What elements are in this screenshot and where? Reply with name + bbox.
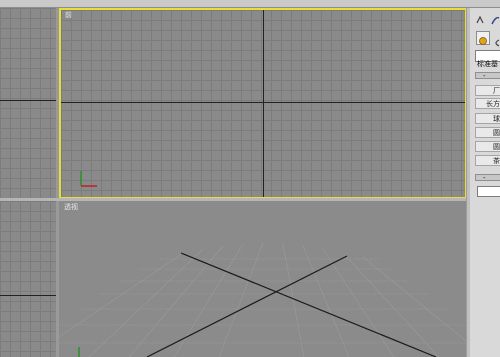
viewport-axis-line bbox=[0, 100, 56, 101]
sphere-button[interactable]: 球 bbox=[475, 113, 500, 124]
shapes-category-icon[interactable] bbox=[492, 33, 500, 47]
panel-scrollbar[interactable] bbox=[467, 8, 470, 357]
left-bottom-viewport[interactable] bbox=[0, 201, 56, 357]
viewport-axis-line-horizontal bbox=[61, 102, 465, 103]
name-color-rollout-header[interactable]: - bbox=[475, 174, 500, 182]
left-top-viewport[interactable] bbox=[0, 8, 56, 198]
object-type-dropdown[interactable]: 标准基 bbox=[475, 50, 500, 68]
viewport-axis-line bbox=[0, 295, 56, 296]
object-button-1[interactable]: 厂 bbox=[475, 85, 500, 96]
top-toolbar-strip bbox=[0, 0, 500, 8]
box-button[interactable]: 长方 bbox=[475, 98, 500, 109]
cylinder-button[interactable]: 圆 bbox=[475, 127, 500, 138]
rollout-collapse-symbol: - bbox=[483, 72, 486, 80]
viewport-label[interactable]: 前 bbox=[65, 12, 72, 19]
modify-tab-icon[interactable] bbox=[490, 10, 500, 25]
rollout-collapse-symbol: - bbox=[483, 174, 486, 182]
create-tab-icon[interactable] bbox=[475, 10, 485, 24]
dropdown-value: 标准基 bbox=[477, 60, 498, 68]
axis-tripod-icon bbox=[78, 347, 80, 357]
object-name-field[interactable] bbox=[477, 186, 500, 197]
cone-button[interactable]: 圆 bbox=[475, 141, 500, 152]
perspective-grid bbox=[59, 242, 466, 357]
teapot-button[interactable]: 茶 bbox=[475, 155, 500, 166]
object-type-rollout-header[interactable]: - bbox=[475, 72, 500, 80]
command-panel: 标准基 - 厂 长方 球 圆 圆 茶 - bbox=[466, 8, 500, 357]
axis-tripod-icon bbox=[80, 171, 97, 187]
perspective-viewport[interactable]: 透视 bbox=[59, 201, 466, 357]
viewport-axis-line-vertical bbox=[263, 10, 264, 197]
front-viewport[interactable]: 前 bbox=[59, 8, 467, 199]
geometry-category-icon[interactable] bbox=[476, 31, 490, 45]
